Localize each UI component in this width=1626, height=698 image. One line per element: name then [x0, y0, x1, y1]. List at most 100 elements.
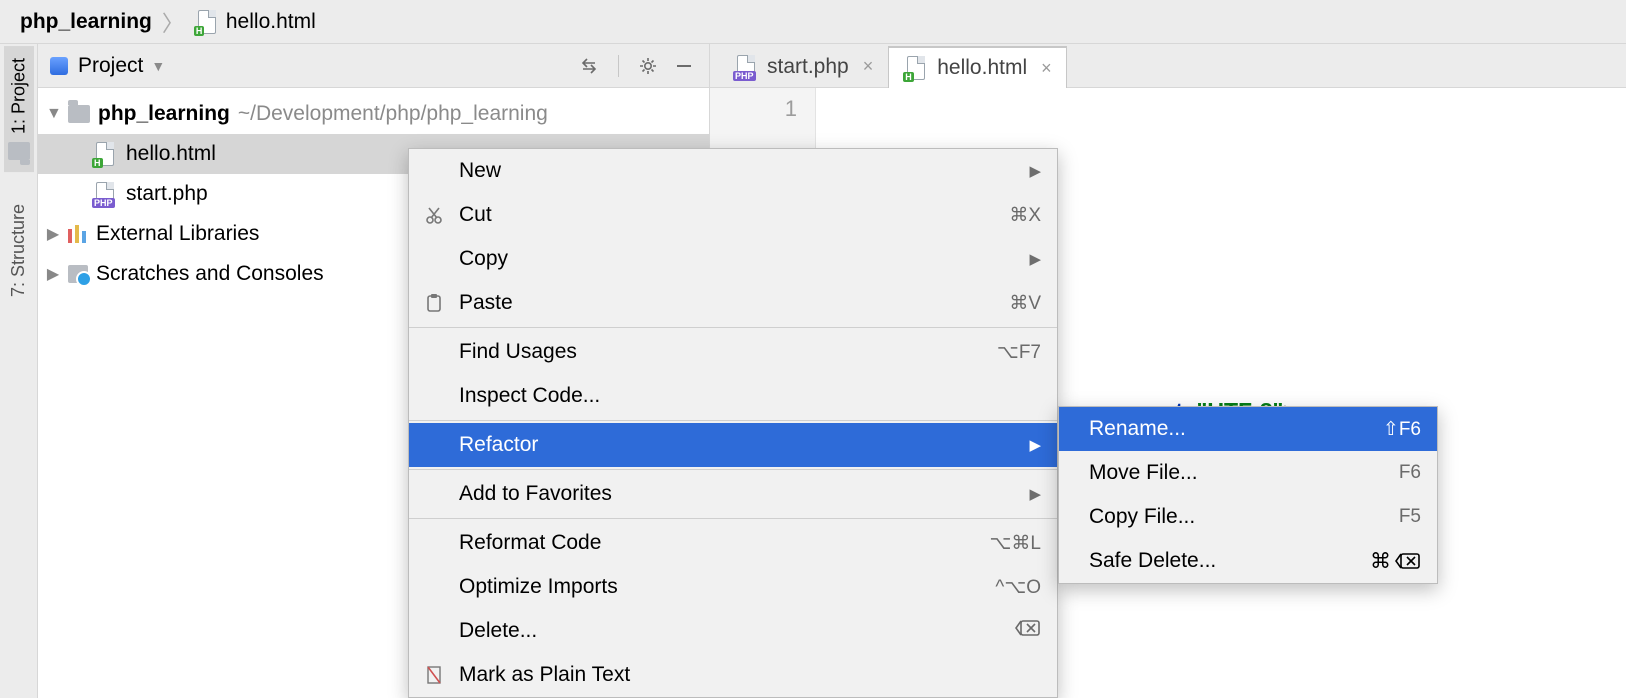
expand-icon[interactable]: ▶	[46, 224, 60, 244]
menu-shortcut: ⌘X	[1009, 204, 1041, 227]
menu-item-label: Refactor	[459, 433, 538, 457]
menu-item-copy[interactable]: Copy ▶	[409, 237, 1057, 281]
breadcrumb-project[interactable]: php_learning	[20, 10, 152, 34]
tree-root-path: ~/Development/php/php_learning	[238, 102, 548, 126]
menu-shortcut: ⌘V	[1009, 292, 1041, 315]
tree-file-label: hello.html	[126, 142, 216, 166]
menu-item-label: Reformat Code	[459, 531, 601, 555]
menu-shortcut: F6	[1399, 462, 1421, 484]
submenu-arrow-icon: ▶	[1029, 250, 1041, 268]
menu-shortcut: ⇧F6	[1383, 418, 1421, 441]
php-file-icon: PHP	[733, 55, 759, 79]
menu-item-label: Move File...	[1089, 461, 1198, 485]
menu-item-label: Add to Favorites	[459, 482, 612, 506]
scroll-from-source-icon[interactable]	[576, 53, 602, 79]
breadcrumb-file[interactable]: H hello.html	[194, 10, 316, 34]
html-file-icon: H	[194, 10, 220, 34]
project-panel-title: Project	[78, 54, 143, 78]
menu-item-label: Safe Delete...	[1089, 549, 1216, 573]
submenu-item-rename[interactable]: Rename... ⇧F6	[1059, 407, 1437, 451]
submenu-item-move-file[interactable]: Move File... F6	[1059, 451, 1437, 495]
submenu-item-safe-delete[interactable]: Safe Delete... ⌘	[1059, 539, 1437, 583]
close-icon[interactable]: ×	[1041, 58, 1052, 79]
chevron-down-icon: ▼	[151, 58, 165, 74]
html-file-icon: H	[903, 56, 929, 80]
menu-item-label: Rename...	[1089, 417, 1186, 441]
toolwindow-project[interactable]: 1: Project	[4, 46, 34, 172]
tab-start-php[interactable]: PHP start.php ×	[718, 45, 888, 87]
context-menu[interactable]: New ▶ Cut ⌘X Copy ▶ Paste ⌘V Find Usages ⌥F7 Inspe…	[408, 148, 1058, 698]
tab-hello-html[interactable]: H hello.html ×	[888, 46, 1066, 88]
menu-shortcut: ^⌥O	[995, 576, 1041, 599]
php-file-icon: PHP	[92, 182, 118, 206]
menu-item-label: Copy File...	[1089, 505, 1195, 529]
menu-item-new[interactable]: New ▶	[409, 149, 1057, 193]
folder-icon	[8, 142, 30, 160]
menu-shortcut: ⌥⌘L	[990, 532, 1041, 555]
plain-icon	[423, 664, 445, 686]
scratches-icon	[68, 265, 88, 283]
tree-ext-label: External Libraries	[96, 222, 259, 246]
menu-shortcut: ⌥F7	[997, 341, 1041, 364]
menu-separator	[409, 420, 1057, 421]
chevron-right-icon: 〉	[162, 6, 184, 38]
tree-root-name: php_learning	[98, 102, 230, 126]
menu-item-label: Mark as Plain Text	[459, 663, 630, 687]
toolwindow-project-label: 1: Project	[8, 58, 29, 134]
menu-item-label: Find Usages	[459, 340, 577, 364]
expand-icon[interactable]: ▶	[46, 264, 60, 284]
folder-icon	[68, 105, 90, 123]
menu-shortcut: ⌘	[1370, 549, 1421, 574]
submenu-arrow-icon: ▶	[1029, 485, 1041, 503]
tree-scratch-label: Scratches and Consoles	[96, 262, 324, 286]
hide-button[interactable]	[671, 53, 697, 79]
html-file-icon: H	[92, 142, 118, 166]
tab-label: hello.html	[937, 56, 1027, 80]
toolwindow-structure-label: 7: Structure	[8, 204, 29, 297]
menu-item-reformat-code[interactable]: Reformat Code ⌥⌘L	[409, 521, 1057, 565]
menu-item-optimize-imports[interactable]: Optimize Imports ^⌥O	[409, 565, 1057, 609]
menu-item-label: Optimize Imports	[459, 575, 618, 599]
gear-icon[interactable]	[635, 53, 661, 79]
menu-item-mark-as-plain-text[interactable]: Mark as Plain Text	[409, 653, 1057, 697]
breadcrumb-file-label: hello.html	[226, 10, 316, 34]
breadcrumb: php_learning 〉 H hello.html	[0, 0, 1626, 44]
menu-item-delete[interactable]: Delete...	[409, 609, 1057, 653]
tool-window-bar: 1: Project 7: Structure	[0, 44, 38, 698]
menu-item-paste[interactable]: Paste ⌘V	[409, 281, 1057, 325]
menu-item-label: Copy	[459, 247, 508, 271]
menu-item-refactor[interactable]: Refactor ▶	[409, 423, 1057, 467]
menu-item-label: Delete...	[459, 619, 537, 643]
project-view-selector[interactable]: Project ▼	[50, 54, 165, 78]
project-icon	[50, 57, 68, 75]
submenu-item-copy-file[interactable]: Copy File... F5	[1059, 495, 1437, 539]
menu-item-inspect-code[interactable]: Inspect Code...	[409, 374, 1057, 418]
submenu-arrow-icon: ▶	[1029, 436, 1041, 454]
paste-icon	[423, 292, 445, 314]
menu-item-find-usages[interactable]: Find Usages ⌥F7	[409, 330, 1057, 374]
menu-item-label: Cut	[459, 203, 492, 227]
libraries-icon	[68, 225, 88, 243]
submenu-arrow-icon: ▶	[1029, 162, 1041, 180]
menu-item-label: New	[459, 159, 501, 183]
menu-item-add-to-favorites[interactable]: Add to Favorites ▶	[409, 472, 1057, 516]
menu-shortcut: F5	[1399, 506, 1421, 528]
menu-item-cut[interactable]: Cut ⌘X	[409, 193, 1057, 237]
editor-tab-bar: PHP start.php × H hello.html ×	[710, 44, 1626, 88]
menu-item-label: Inspect Code...	[459, 384, 600, 408]
expand-icon[interactable]: ▼	[46, 105, 60, 123]
close-icon[interactable]: ×	[863, 56, 874, 77]
refactor-submenu[interactable]: Rename... ⇧F6 Move File... F6 Copy File... F5…	[1058, 406, 1438, 584]
tree-file-label: start.php	[126, 182, 208, 206]
menu-separator	[409, 518, 1057, 519]
tree-root[interactable]: ▼ php_learning ~/Development/php/php_lea…	[38, 94, 709, 134]
menu-separator	[409, 469, 1057, 470]
project-panel-header: Project ▼	[38, 44, 709, 88]
cut-icon	[423, 204, 445, 226]
line-number: 1	[710, 96, 797, 122]
toolwindow-structure[interactable]: 7: Structure	[4, 192, 33, 309]
tab-label: start.php	[767, 55, 849, 79]
menu-separator	[409, 327, 1057, 328]
menu-item-label: Paste	[459, 291, 513, 315]
menu-shortcut	[1015, 619, 1041, 643]
